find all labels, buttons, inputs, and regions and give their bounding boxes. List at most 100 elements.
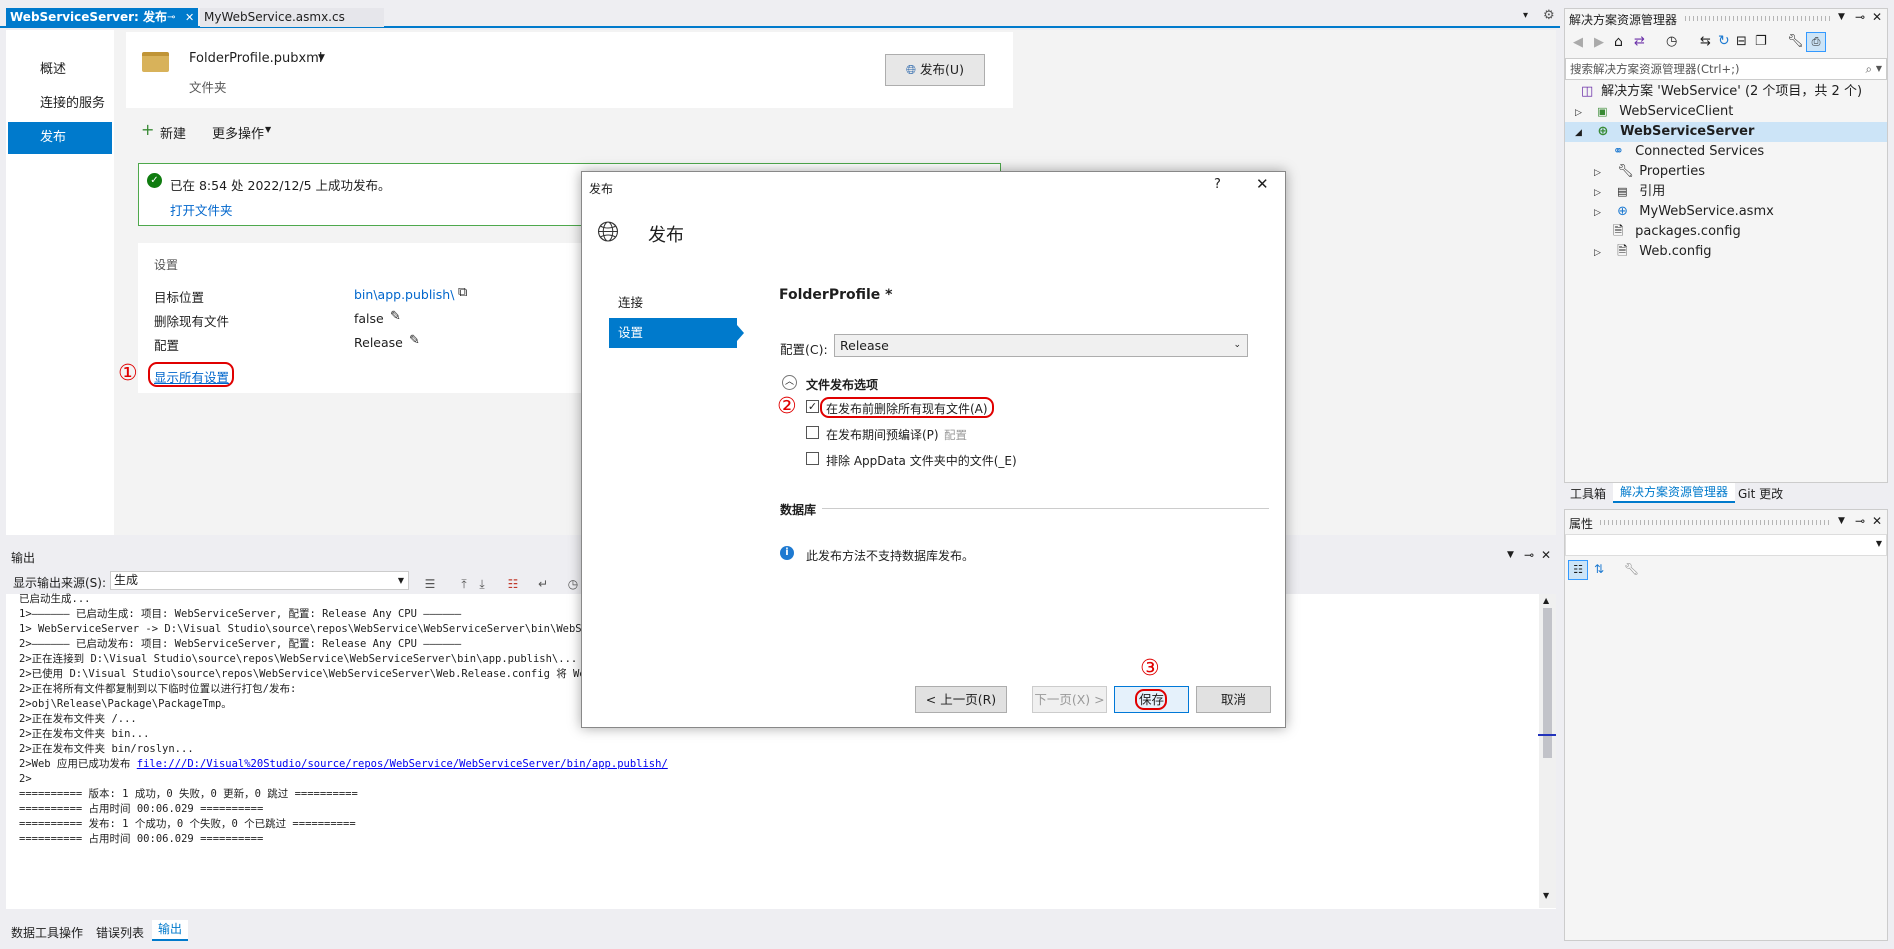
previous-message-icon[interactable]: ⤒ bbox=[457, 577, 471, 591]
precompile-config-link[interactable]: 配置 bbox=[944, 427, 967, 443]
setting-value-target[interactable]: bin\app.publish\ bbox=[354, 287, 454, 302]
exclude-appdata-label[interactable]: 排除 AppData 文件夹中的文件(_E) bbox=[826, 452, 1017, 469]
tab-data-tools[interactable]: 数据工具操作 bbox=[11, 924, 83, 941]
tab-webservice-cs[interactable]: MyWebService.asmx.cs bbox=[200, 8, 384, 27]
next-message-icon[interactable]: ⤓ bbox=[475, 577, 489, 591]
solution-search-input[interactable]: 搜索解决方案资源管理器(Ctrl+;) ⌕ ▼ bbox=[1565, 58, 1887, 80]
tab-error-list[interactable]: 错误列表 bbox=[96, 924, 144, 941]
tab-output[interactable]: 输出 bbox=[152, 920, 188, 941]
find-message-icon[interactable]: ☰ bbox=[423, 577, 437, 591]
delete-existing-label[interactable]: 在发布前删除所有现有文件(A) bbox=[826, 400, 988, 417]
precompile-label[interactable]: 在发布期间预编译(P) bbox=[826, 426, 939, 443]
word-wrap-icon[interactable]: ↵ bbox=[536, 577, 550, 591]
tab-publish[interactable]: WebServiceServer: 发布 ⊸ ✕ bbox=[6, 8, 198, 27]
database-info-text: 此发布方法不支持数据库发布。 bbox=[806, 549, 975, 563]
tab-git-changes[interactable]: Git 更改 bbox=[1738, 485, 1783, 502]
close-icon[interactable]: ✕ bbox=[185, 8, 194, 27]
delete-existing-checkbox[interactable]: ✓ bbox=[806, 400, 819, 413]
copy-icon[interactable]: ⧉ bbox=[458, 285, 467, 300]
pin-icon[interactable]: ⊸ bbox=[1524, 548, 1534, 562]
next-page-button[interactable]: 下一页(X) > bbox=[1032, 686, 1107, 713]
tree-item-properties[interactable]: ▷ 🔧︎ Properties bbox=[1594, 162, 1705, 182]
exclude-appdata-checkbox[interactable] bbox=[806, 452, 819, 465]
sort-alpha-icon[interactable]: ⇅ bbox=[1594, 562, 1604, 576]
tree-item-webserviceserver[interactable]: ◢ ⊕ WebServiceServer bbox=[1575, 122, 1754, 142]
scroll-up-icon[interactable]: ▲ bbox=[1543, 596, 1549, 605]
new-profile-button[interactable]: 新建 bbox=[160, 123, 186, 142]
expand-icon[interactable]: ▷ bbox=[1575, 103, 1593, 123]
chevron-down-icon[interactable]: ▼ bbox=[318, 53, 325, 63]
refresh-icon[interactable]: ↻ bbox=[1718, 33, 1730, 49]
nav-publish[interactable]: 发布 bbox=[8, 122, 112, 154]
expand-icon[interactable]: ▷ bbox=[1594, 183, 1613, 203]
preview-selected-button[interactable]: ⎙ bbox=[1806, 32, 1826, 52]
property-pages-icon[interactable]: 🔧︎ bbox=[1624, 562, 1639, 576]
more-actions-button[interactable]: 更多操作 bbox=[212, 123, 264, 142]
output-line: ========== 占用时间 00:06.029 ========== bbox=[19, 803, 264, 815]
pencil-icon[interactable]: ✎ bbox=[409, 333, 420, 348]
wrench-icon[interactable]: 🔧︎ bbox=[1787, 34, 1804, 49]
expand-icon[interactable]: ▷ bbox=[1594, 203, 1613, 223]
gear-icon[interactable]: ⚙ bbox=[1543, 8, 1555, 23]
forward-icon[interactable]: ▶ bbox=[1594, 35, 1604, 50]
chevron-down-icon[interactable]: ▼ bbox=[1838, 12, 1845, 22]
publish-button-label: 发布(U) bbox=[920, 62, 964, 77]
chevron-down-icon[interactable]: ▼ bbox=[1838, 516, 1845, 526]
pencil-icon[interactable]: ✎ bbox=[390, 309, 401, 324]
precompile-checkbox[interactable] bbox=[806, 426, 819, 439]
close-icon[interactable]: ✕ bbox=[1541, 548, 1551, 562]
close-icon[interactable]: ✕ bbox=[1872, 514, 1882, 528]
pending-changes-icon[interactable]: ◷ bbox=[1666, 34, 1677, 49]
collapse-section-icon[interactable]: ︿ bbox=[782, 375, 797, 390]
tree-item-web-config[interactable]: ▷ 🗎︎ Web.config bbox=[1594, 242, 1712, 262]
output-publish-link[interactable]: file:///D:/Visual%20Studio/source/repos/… bbox=[137, 758, 668, 770]
expand-icon[interactable]: ▷ bbox=[1594, 163, 1613, 183]
dialog-nav-connect[interactable]: 连接 bbox=[618, 292, 643, 311]
back-icon[interactable]: ◀ bbox=[1573, 35, 1583, 50]
scroll-down-icon[interactable]: ▼ bbox=[1543, 891, 1549, 900]
chevron-down-icon[interactable]: ▼ bbox=[265, 125, 271, 134]
switch-views-icon[interactable]: ⇄ bbox=[1634, 34, 1645, 49]
config-dropdown[interactable]: Release ⌄ bbox=[834, 334, 1248, 357]
tab-solution-explorer[interactable]: 解决方案资源管理器 bbox=[1613, 483, 1735, 503]
tree-item-packages-config[interactable]: 🗎︎ packages.config bbox=[1613, 222, 1741, 242]
dialog-nav-settings[interactable]: 设置 bbox=[609, 318, 737, 348]
clear-all-icon[interactable]: ☷ bbox=[506, 577, 520, 591]
tab-toolbox[interactable]: 工具箱 bbox=[1570, 485, 1606, 502]
chevron-down-icon[interactable]: ▼ bbox=[1507, 550, 1514, 560]
pin-icon[interactable]: ⊸ bbox=[1855, 514, 1865, 528]
categorized-button[interactable]: ☷ bbox=[1568, 560, 1588, 580]
tree-item-references[interactable]: ▷ ▤ 引用 bbox=[1594, 182, 1665, 202]
show-all-settings-link[interactable]: 显示所有设置 bbox=[154, 367, 229, 386]
show-all-files-icon[interactable]: ❐ bbox=[1755, 34, 1767, 49]
publish-button[interactable]: 🌐︎ 发布(U) bbox=[885, 54, 985, 86]
expand-icon[interactable]: ▷ bbox=[1594, 243, 1613, 263]
clock-icon[interactable]: ◷ bbox=[566, 577, 580, 591]
collapse-icon[interactable]: ◢ bbox=[1575, 123, 1593, 143]
nav-overview[interactable]: 概述 bbox=[8, 54, 112, 86]
check-circle-icon: ✓ bbox=[147, 173, 162, 188]
nav-publish-label: 发布 bbox=[40, 130, 67, 145]
nav-connected-services[interactable]: 连接的服务 bbox=[8, 88, 112, 120]
help-button[interactable]: ? bbox=[1214, 177, 1221, 192]
sync-icon[interactable]: ⇆ bbox=[1700, 34, 1711, 49]
tab-overflow-icon[interactable]: ▾ bbox=[1523, 10, 1528, 21]
output-source-dropdown[interactable]: 生成 ▼ bbox=[110, 571, 409, 590]
prev-page-button[interactable]: < 上一页(R) bbox=[915, 686, 1007, 713]
tree-solution[interactable]: ◫ 解决方案 'WebService' (2 个项目，共 2 个) bbox=[1581, 82, 1862, 102]
profile-name[interactable]: FolderProfile.pubxml bbox=[189, 51, 322, 66]
open-folder-link[interactable]: 打开文件夹 bbox=[170, 200, 233, 219]
cancel-button[interactable]: 取消 bbox=[1196, 686, 1271, 713]
properties-object-dropdown[interactable]: ▼ bbox=[1565, 534, 1887, 556]
home-icon[interactable]: ⌂ bbox=[1614, 34, 1623, 50]
pin-icon[interactable]: ⊸ bbox=[167, 8, 175, 27]
setting-value-delete: false bbox=[354, 311, 384, 326]
close-icon[interactable]: ✕ bbox=[1872, 10, 1882, 24]
dialog-close-button[interactable]: ✕ bbox=[1256, 175, 1269, 193]
tree-item-webserviceclient[interactable]: ▷ ▣ WebServiceClient bbox=[1575, 102, 1733, 122]
tree-item-mywebservice[interactable]: ▷ ⊕ MyWebService.asmx bbox=[1594, 202, 1774, 222]
collapse-all-icon[interactable]: ⊟ bbox=[1736, 34, 1747, 49]
add-icon[interactable]: + bbox=[141, 120, 154, 139]
tree-item-connected-services[interactable]: ⚭ Connected Services bbox=[1613, 142, 1764, 162]
pin-icon[interactable]: ⊸ bbox=[1855, 10, 1865, 24]
